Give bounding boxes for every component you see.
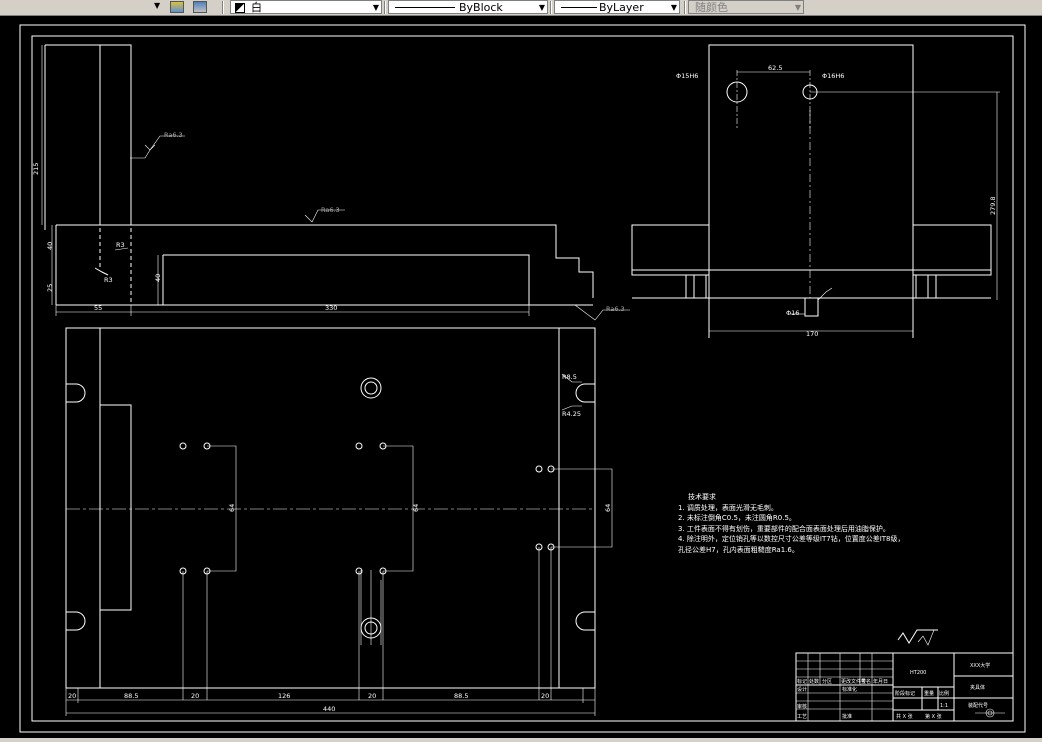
tb-part-name: 夹具体 bbox=[970, 684, 985, 691]
plan-r2-label: R4.25 bbox=[562, 410, 581, 418]
chevron-down-icon[interactable]: ▼ bbox=[795, 3, 801, 12]
roughness-label-2: Ra6.3 bbox=[321, 206, 340, 214]
plan-dim-64a: 64 bbox=[228, 504, 236, 512]
toolbar-separator bbox=[222, 1, 224, 14]
front-view bbox=[41, 44, 630, 321]
dim-40: 40 bbox=[46, 242, 54, 250]
layer-states-icon[interactable] bbox=[193, 1, 207, 13]
plotstyle-value: 随颜色 bbox=[695, 1, 728, 14]
plan-dim-20d: 20 bbox=[541, 692, 549, 700]
plan-dim-64c: 64 bbox=[604, 504, 612, 512]
notes-line: 1. 调质处理，表面光滑无毛刺。 bbox=[678, 503, 778, 512]
linetype-select[interactable]: ByBlock ▼ bbox=[388, 0, 548, 14]
layer-previous-icon[interactable] bbox=[170, 1, 184, 13]
lineweight-value: ByLayer bbox=[599, 1, 644, 14]
color-select[interactable]: 白 ▼ bbox=[230, 0, 382, 14]
tb-row-process: 工艺 bbox=[797, 714, 807, 720]
dim-40b: 40 bbox=[154, 274, 162, 282]
plan-dim-88: 88.5 bbox=[124, 692, 138, 700]
tb-sheet: 共 X 张 bbox=[896, 713, 913, 720]
tb-col-zone: 分区 bbox=[822, 678, 832, 685]
linetype-value: ByBlock bbox=[459, 1, 503, 14]
tb-col-sign: 签名 bbox=[861, 678, 871, 685]
notes-line: 3. 工件表面不得有划伤，重要部件的配合面表面处理后用油脂保护。 bbox=[678, 524, 890, 533]
technical-requirements: 技术要求 1. 调质处理，表面光滑无毛刺。 2. 未标注倒角C0.5，未注圆角R… bbox=[678, 492, 905, 555]
plan-dim-126: 126 bbox=[278, 692, 290, 700]
status-bar bbox=[0, 738, 1042, 742]
tb-drawing-no: 装配代号 bbox=[968, 702, 988, 709]
plan-dim-total: 440 bbox=[323, 705, 335, 713]
dim-55: 55 bbox=[94, 304, 102, 312]
linetype-preview bbox=[395, 7, 455, 8]
plan-dim-20a: 20 bbox=[68, 692, 76, 700]
radius-r3: R3 bbox=[116, 241, 125, 249]
lineweight-select[interactable]: ByLayer ▼ bbox=[554, 0, 680, 14]
roughness-other-symbol bbox=[897, 629, 938, 644]
notes-title: 技术要求 bbox=[688, 493, 716, 501]
tb-weight: 重量 bbox=[924, 690, 934, 697]
tb-scale: 1:1 bbox=[940, 703, 948, 709]
color-select-value: 白 bbox=[251, 1, 262, 14]
plan-dim-20b: 20 bbox=[191, 692, 199, 700]
tb-material: HT200 bbox=[910, 670, 926, 676]
tb-sheet-no: 第 X 张 bbox=[925, 713, 942, 720]
tb-row-mark: 标记 bbox=[797, 678, 807, 685]
side-hole1-label: Φ15H6 bbox=[676, 72, 698, 80]
tb-ratio: 比例 bbox=[939, 690, 949, 697]
plan-dim-88b: 88.5 bbox=[454, 692, 468, 700]
plan-dim-64b: 64 bbox=[412, 504, 420, 512]
plan-dim-20c: 20 bbox=[368, 692, 376, 700]
properties-toolbar: ▼ 白 ▼ ByBlock ▼ ByLayer ▼ 随颜色 ▼ bbox=[0, 0, 1042, 16]
chevron-down-icon[interactable]: ▼ bbox=[373, 3, 379, 12]
toolbar-separator bbox=[550, 1, 552, 14]
dim-330: 330 bbox=[325, 304, 337, 312]
dim-25: 25 bbox=[46, 284, 54, 292]
layer-dropdown-arrow[interactable]: ▼ bbox=[154, 1, 160, 10]
tb-approve: 批准 bbox=[842, 713, 852, 720]
tb-row-review: 审核 bbox=[797, 703, 807, 710]
tb-stage-mark: 阶段标记 bbox=[895, 690, 915, 697]
side-spacing-label: 62.5 bbox=[768, 64, 782, 72]
color-swatch bbox=[235, 3, 245, 13]
plan-view bbox=[65, 327, 613, 716]
side-height-label: 279.8 bbox=[989, 196, 997, 215]
toolbar-separator bbox=[684, 1, 686, 14]
chevron-down-icon[interactable]: ▼ bbox=[671, 3, 677, 12]
chevron-down-icon[interactable]: ▼ bbox=[539, 3, 545, 12]
side-width-label: 170 bbox=[806, 330, 818, 338]
plotstyle-select[interactable]: 随颜色 ▼ bbox=[688, 0, 804, 14]
drawing-canvas[interactable]: 215 40 25 40 55 330 R3 R3 Ra6.3 Ra6.3 Ra… bbox=[0, 15, 1042, 738]
radius-r3b: R3 bbox=[104, 276, 113, 284]
tb-std: 标准化 bbox=[842, 686, 857, 693]
side-small-label: Φ16 bbox=[786, 309, 799, 317]
toolbar-separator bbox=[384, 1, 386, 14]
plan-r1-label: R8.5 bbox=[562, 373, 577, 381]
tb-col-count: 处数 bbox=[809, 678, 819, 685]
roughness-label-1: Ra6.3 bbox=[164, 131, 183, 139]
notes-line: 2. 未标注倒角C0.5，未注圆角R0.5。 bbox=[678, 514, 796, 522]
tb-row-design: 设计 bbox=[797, 686, 807, 693]
roughness-label-3: Ra6.3 bbox=[606, 305, 625, 313]
side-view bbox=[631, 44, 1000, 338]
dim-215: 215 bbox=[32, 163, 40, 175]
notes-line: 4. 除注明外，定位销孔等以数控尺寸公差等级IT7钻，位置度公差IT8级， bbox=[678, 535, 905, 543]
tb-school: XXX大学 bbox=[970, 662, 990, 669]
notes-line: 孔径公差H7，孔内表面粗糙度Ra1.6。 bbox=[678, 545, 799, 554]
lineweight-preview bbox=[561, 7, 597, 8]
tb-col-date: 年月日 bbox=[873, 678, 888, 685]
side-hole2-label: Φ16H6 bbox=[822, 72, 844, 80]
